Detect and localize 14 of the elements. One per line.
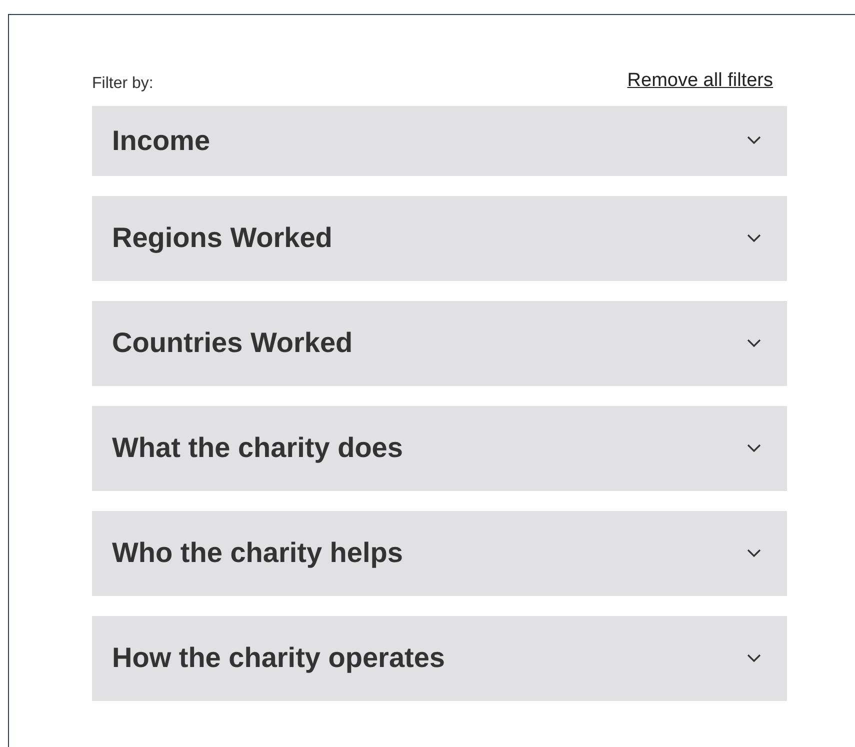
remove-filters-link[interactable]: Remove all filters xyxy=(627,67,773,96)
chevron-icon xyxy=(747,654,761,662)
chevron-icon xyxy=(747,548,761,558)
filter-label: Filter by: xyxy=(92,74,154,94)
accordion-header[interactable]: Regions Worked xyxy=(92,196,787,280)
accordion-header[interactable]: Countries Worked xyxy=(92,300,787,386)
accordion-header[interactable]: Income xyxy=(92,106,787,176)
chevron-icon xyxy=(747,444,761,452)
chevron-icon xyxy=(747,234,761,242)
chevron-icon xyxy=(747,338,761,348)
accordion-header[interactable]: How the charity operates xyxy=(92,616,787,700)
accordion-header[interactable]: What the charity does xyxy=(92,406,787,490)
accordion-header[interactable]: Who the charity helps xyxy=(92,510,787,596)
chevron-icon xyxy=(747,136,761,145)
